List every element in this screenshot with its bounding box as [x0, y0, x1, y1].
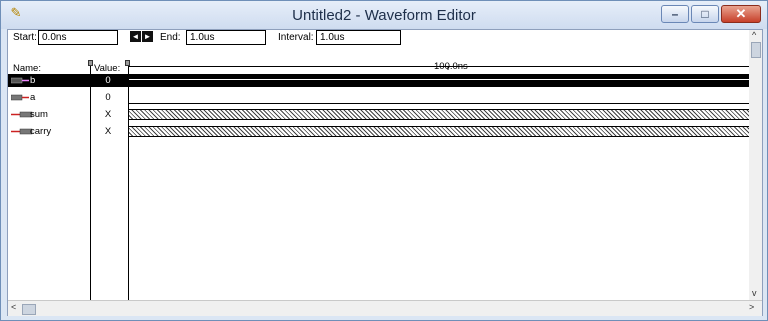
maximize-icon: □: [701, 7, 709, 21]
scroll-up-icon[interactable]: ^: [752, 30, 756, 40]
value-column-header: Value:: [94, 63, 121, 74]
signal-value: 0: [105, 75, 111, 86]
window-title: Untitled2 - Waveform Editor: [292, 7, 476, 24]
time-toolbar: Start: 0.0ns ◄ ► End: 1.0us Interval: 1.…: [8, 30, 762, 46]
end-time-field[interactable]: 1.0us: [186, 30, 266, 45]
value-column-divider: [128, 66, 129, 302]
signal-name: b: [30, 75, 36, 86]
signal-name: sum: [30, 109, 48, 120]
signal-name: carry: [30, 126, 52, 137]
start-time-field[interactable]: 0.0ns: [38, 30, 118, 45]
signal-name: a: [30, 92, 36, 103]
scroll-right-icon[interactable]: ►: [142, 31, 153, 42]
editor-client-area: Start: 0.0ns ◄ ► End: 1.0us Interval: 1.…: [7, 29, 763, 316]
interval-field[interactable]: 1.0us: [316, 30, 401, 45]
horizontal-scroll-thumb[interactable]: [22, 304, 36, 315]
scroll-left-arrow-icon[interactable]: <: [11, 302, 16, 312]
timeline-ruler: [447, 66, 449, 70]
signal-value: X: [104, 126, 112, 137]
signal-row-carry[interactable]: carry X: [8, 125, 762, 138]
minimize-icon: –: [671, 7, 679, 21]
signal-value: 0: [105, 92, 111, 103]
waveform-undefined[interactable]: [129, 109, 759, 120]
close-button[interactable]: ✕: [721, 5, 761, 23]
waveform-undefined[interactable]: [129, 126, 759, 137]
minimize-button[interactable]: –: [661, 5, 689, 23]
vertical-scroll-thumb[interactable]: [751, 42, 761, 58]
scroll-left-icon[interactable]: ◄: [130, 31, 141, 42]
horizontal-scrollbar[interactable]: < >: [8, 300, 762, 316]
close-icon: ✕: [735, 6, 747, 21]
scroll-right-arrow-icon[interactable]: >: [749, 302, 754, 312]
vertical-scrollbar[interactable]: ^ v: [749, 30, 762, 300]
interval-label: Interval:: [278, 32, 314, 43]
signal-value: X: [104, 109, 112, 120]
name-column-divider: [90, 66, 91, 302]
signal-row-a[interactable]: a 0: [8, 91, 762, 104]
window-controls: – □ ✕: [661, 5, 761, 23]
scroll-down-icon[interactable]: v: [752, 288, 757, 298]
time-scroll-arrows: ◄ ►: [130, 31, 153, 42]
title-bar[interactable]: ✎ Untitled2 - Waveform Editor – □ ✕: [1, 1, 767, 29]
waveform-editor-window: ✎ Untitled2 - Waveform Editor – □ ✕ Star…: [0, 0, 768, 321]
name-column-header: Name:: [13, 63, 41, 74]
waveform-low[interactable]: [129, 103, 759, 104]
start-label: Start:: [13, 32, 37, 43]
end-label: End:: [160, 32, 181, 43]
maximize-button[interactable]: □: [691, 5, 719, 23]
waveform-low[interactable]: [129, 79, 759, 80]
signal-row-b[interactable]: b 0: [8, 74, 762, 87]
signal-row-sum[interactable]: sum X: [8, 108, 762, 121]
